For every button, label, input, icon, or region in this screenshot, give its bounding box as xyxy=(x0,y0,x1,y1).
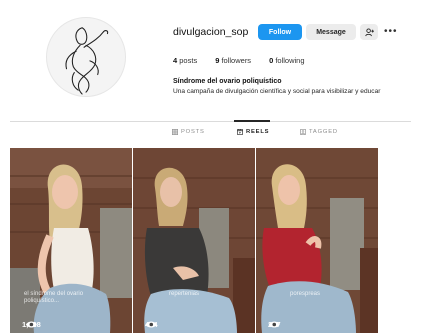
reel-image-1 xyxy=(10,148,132,333)
tab-posts-label: POSTS xyxy=(181,129,205,135)
add-person-icon xyxy=(364,27,374,36)
eye-icon xyxy=(145,321,157,328)
reel-caption-2: repertenias xyxy=(169,291,199,298)
active-tab-indicator xyxy=(234,120,270,122)
follow-button[interactable]: Follow xyxy=(258,24,302,40)
eye-icon xyxy=(268,321,280,328)
tab-reels-label: REELS xyxy=(246,129,270,135)
tab-tagged-label: TAGGED xyxy=(309,129,338,135)
line-art-logo xyxy=(65,27,109,95)
reels-icon xyxy=(237,129,243,135)
reel-image-3 xyxy=(256,148,378,333)
following-stat[interactable]: 0 following xyxy=(269,56,304,65)
tab-reels[interactable]: REELS xyxy=(237,129,269,135)
reel-thumbnail-1[interactable]: el síndrome del ovario poliquístico... 1… xyxy=(10,148,132,333)
bio-text: Una campaña de divulgación científica y … xyxy=(173,88,381,95)
eye-icon xyxy=(25,321,37,328)
reel-caption-3-line1: porespreas xyxy=(290,291,321,297)
reel-views-3: 207 xyxy=(268,320,281,329)
reel-image-2 xyxy=(133,148,255,333)
reel-thumbnail-2[interactable]: repertenias 464 xyxy=(133,148,255,333)
followers-stat[interactable]: 9 followers xyxy=(215,56,251,65)
reel-caption-1-line1: el síndrome del ovario xyxy=(24,291,84,297)
reel-caption-2-line1: repertenias xyxy=(169,291,200,297)
tab-divider xyxy=(10,121,411,122)
posts-count: 4 xyxy=(173,56,178,65)
bio-name: Síndrome del ovario poliquístico xyxy=(173,78,282,85)
reel-caption-1: el síndrome del ovario poliquístico... xyxy=(24,291,83,305)
followers-count: 9 xyxy=(215,56,220,65)
profile-username: divulgacion_sop xyxy=(173,26,249,38)
profile-stats: 4 posts 9 followers 0 following xyxy=(173,56,305,65)
more-options-icon[interactable]: ••• xyxy=(384,26,398,37)
reel-views-1: 1,228 xyxy=(22,320,41,329)
reel-views-2: 464 xyxy=(145,320,158,329)
message-button[interactable]: Message xyxy=(306,24,356,40)
reel-thumbnail-3[interactable]: porespreas 207 xyxy=(256,148,378,333)
following-label: following xyxy=(275,56,305,65)
profile-avatar[interactable] xyxy=(46,17,126,97)
tab-tagged[interactable]: TAGGED xyxy=(300,129,338,135)
tag-icon xyxy=(300,129,306,135)
posts-stat[interactable]: 4 posts xyxy=(173,56,197,65)
following-count: 0 xyxy=(269,56,274,65)
tab-posts[interactable]: POSTS xyxy=(172,129,205,135)
posts-label: posts xyxy=(179,56,198,65)
followers-label: followers xyxy=(221,56,252,65)
reel-caption-3: porespreas xyxy=(290,291,320,298)
grid-icon xyxy=(172,129,178,135)
reel-caption-1-line2: poliquístico... xyxy=(24,298,60,304)
suggest-people-button[interactable] xyxy=(360,24,378,40)
